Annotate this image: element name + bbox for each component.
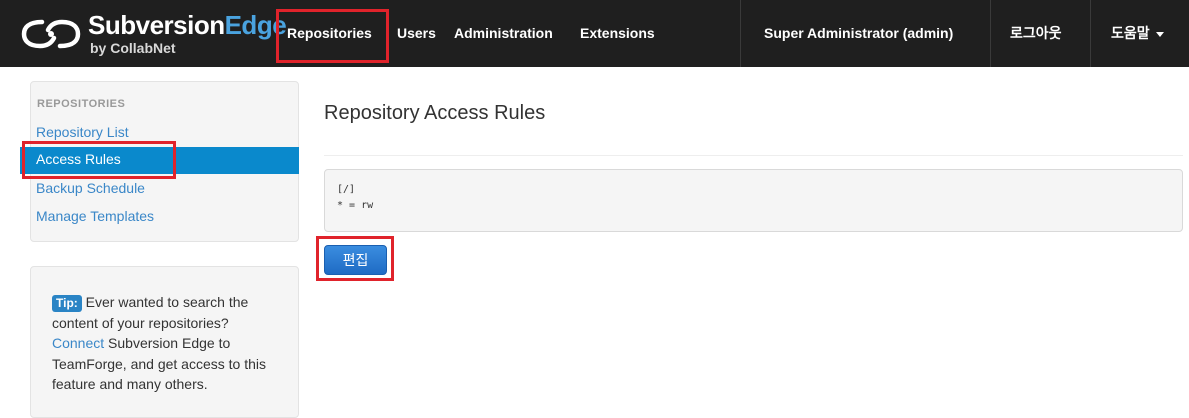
tip-text: Tip: Ever wanted to search the content o… (52, 294, 266, 392)
sidebar-active-highlight (22, 141, 176, 179)
nav-users[interactable]: Users (397, 0, 436, 67)
brand-logo[interactable]: SubversionEdge by CollabNet (20, 8, 287, 60)
sidebar-header: REPOSITORIES (37, 98, 126, 110)
nav-help-label: 도움말 (1111, 25, 1150, 41)
sidebar-item-repository-list[interactable]: Repository List (36, 124, 129, 140)
brand-title: SubversionEdge (88, 10, 287, 40)
sidebar-item-backup-schedule[interactable]: Backup Schedule (36, 180, 145, 196)
edit-button-highlight (316, 236, 394, 281)
nav-divider (740, 0, 741, 67)
tip-badge: Tip: (52, 295, 82, 312)
nav-divider (990, 0, 991, 67)
caret-down-icon (1155, 31, 1164, 37)
nav-user-menu[interactable]: Super Administrator (admin) (764, 0, 953, 67)
sidebar-item-manage-templates[interactable]: Manage Templates (36, 208, 154, 224)
collabnet-logo-icon (21, 19, 81, 49)
nav-extensions[interactable]: Extensions (580, 0, 655, 67)
nav-administration[interactable]: Administration (454, 0, 553, 67)
nav-active-highlight (276, 9, 389, 63)
title-divider (324, 155, 1183, 156)
access-rules-text: [/] * = rw (324, 169, 1183, 232)
tip-connect-link[interactable]: Connect (52, 335, 104, 351)
nav-help-menu[interactable]: 도움말 (1111, 0, 1164, 67)
nav-logout[interactable]: 로그아웃 (1010, 0, 1062, 67)
nav-divider (1090, 0, 1091, 67)
page-title: Repository Access Rules (324, 102, 546, 124)
brand-subtitle: by CollabNet (90, 40, 176, 56)
top-navbar: SubversionEdge by CollabNet Repositories… (0, 0, 1189, 67)
